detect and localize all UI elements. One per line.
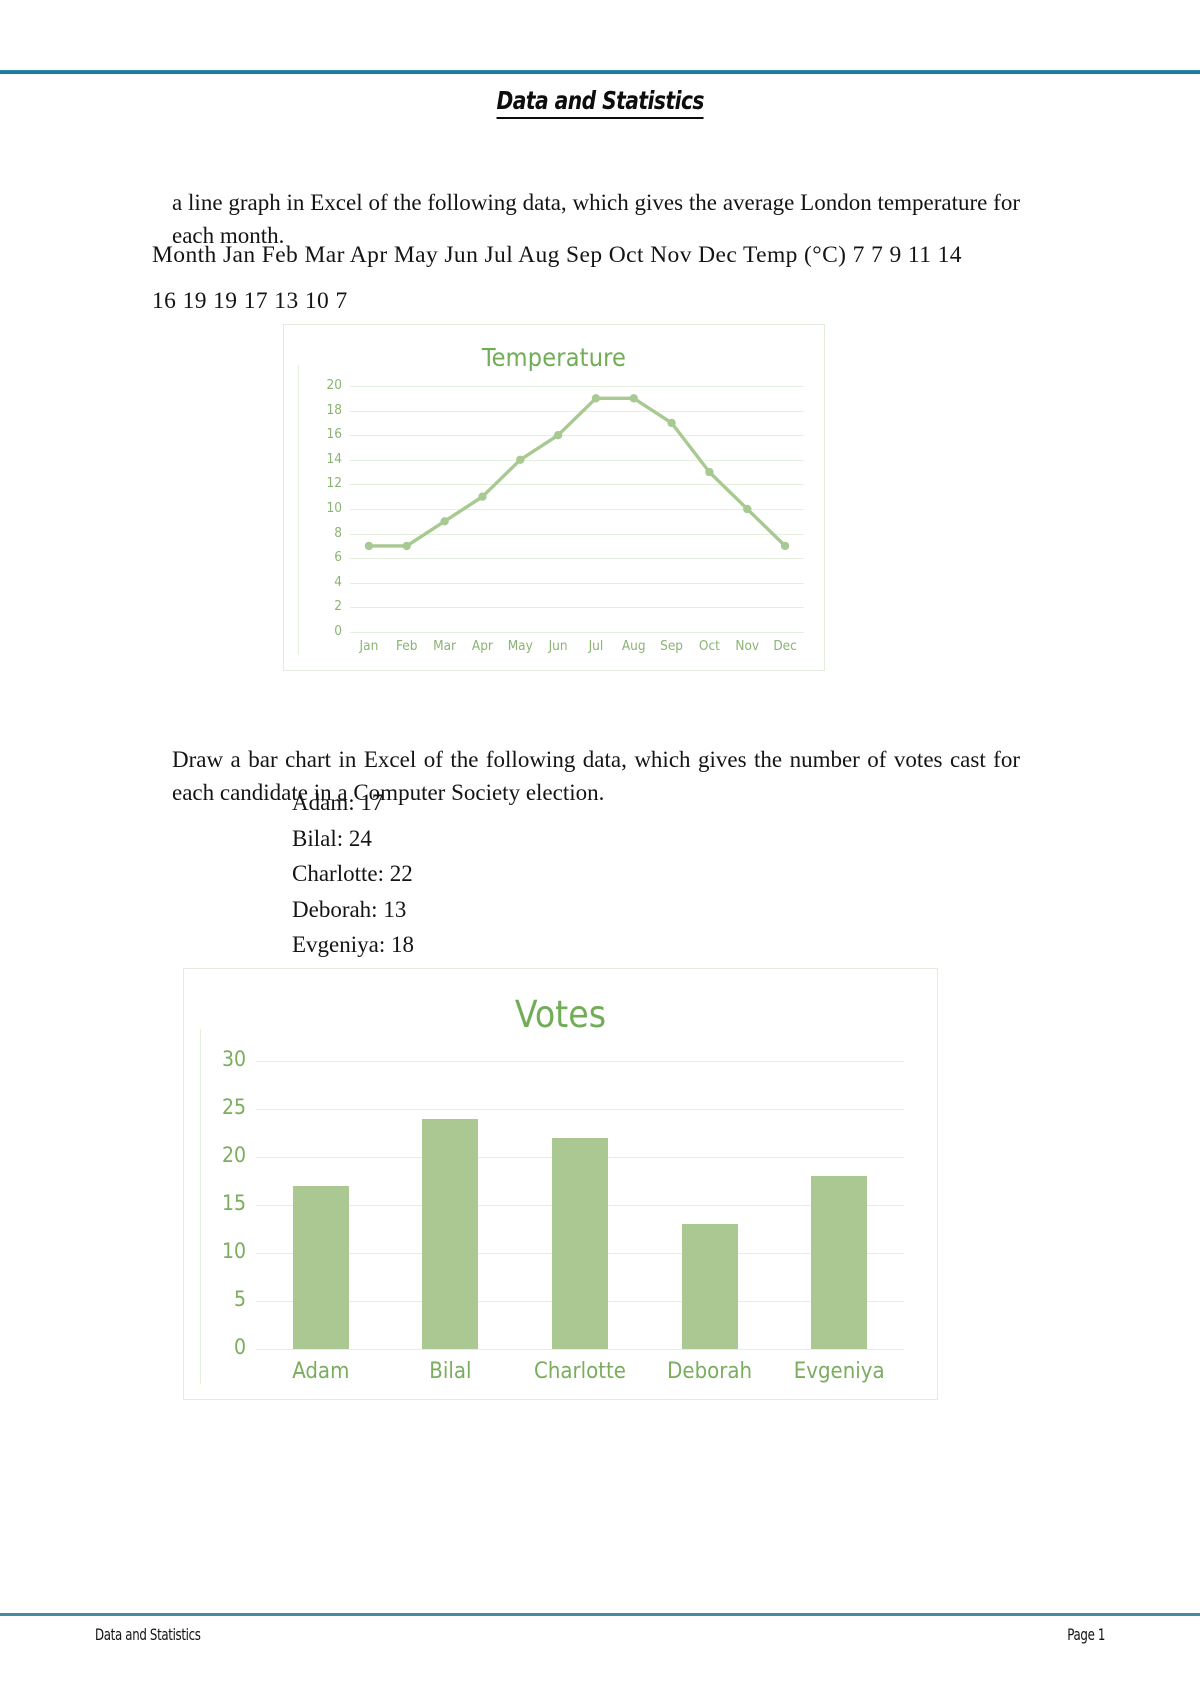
bar-chart-y-tick: 30 (221, 1047, 246, 1071)
bar-chart-y-tick: 25 (221, 1095, 246, 1119)
line-chart-data-point (440, 517, 449, 526)
candidate-list-item: Adam: 17 (292, 790, 384, 815)
bar-chart-y-tick: 10 (221, 1239, 246, 1263)
candidate-vote-list: Adam: 17 Bilal: 24 Charlotte: 22 Deborah: 1… (292, 785, 414, 963)
line-chart-data-point (629, 394, 638, 403)
line-chart-data-point (402, 541, 411, 551)
line-chart-series-line (367, 396, 787, 548)
line-chart-data-point (780, 541, 790, 551)
bar-chart-y-tick: 0 (233, 1335, 246, 1359)
bar-chart-x-tick: Bilal (429, 1359, 472, 1384)
temperature-data-row-1: Month Jan Feb Mar Apr May Jun Jul Aug Se… (152, 242, 962, 268)
line-chart-data-point (591, 394, 601, 403)
bar-chart-bar (422, 1118, 479, 1349)
bar-chart-title: Votes (514, 993, 607, 1036)
temperature-data-table: Month Jan Feb Mar Apr May Jun Jul Aug Se… (152, 232, 1027, 324)
line-chart-data-point (516, 455, 525, 464)
bar-chart-gridline (256, 1109, 904, 1110)
bar-chart-x-tick: Evgeniya (793, 1359, 885, 1384)
bar-chart-bar (292, 1185, 349, 1349)
bar-chart-x-tick: Deborah (667, 1359, 753, 1384)
footer-rule (0, 1613, 1200, 1616)
bar-chart-bar (681, 1224, 738, 1349)
page-footer: Data and Statistics Page 1 (95, 1625, 1105, 1644)
bar-chart-gridline (256, 1061, 904, 1062)
bar-chart-y-tick: 20 (221, 1143, 246, 1167)
bar-chart-x-tick: Adam (292, 1359, 350, 1384)
line-chart-data-point (705, 467, 714, 477)
candidate-list-item: Charlotte: 22 (292, 861, 413, 886)
bar-chart-y-tick: 15 (221, 1191, 246, 1215)
bar-chart-y-axis (200, 1029, 201, 1384)
page-title: Data and Statistics (0, 86, 1200, 119)
line-chart-data-point (667, 418, 676, 428)
bar-chart-x-tick: Charlotte (534, 1359, 626, 1384)
bar-chart-bar (811, 1176, 868, 1349)
candidate-list-item: Bilal: 24 (292, 825, 372, 851)
page-title-text: Data and Statistics (496, 86, 704, 119)
votes-bar-chart[interactable]: Votes 30 25 20 15 10 5 0 Adam Bilal Charlotte Debo… (183, 968, 938, 1400)
temperature-data-row-2: 16 19 19 17 13 10 7 (152, 288, 348, 314)
line-chart-data-point (743, 504, 752, 514)
bar-chart-gridline (256, 1349, 904, 1350)
bar-chart-bar (552, 1137, 608, 1349)
footer-page-number: Page 1 (1067, 1625, 1105, 1644)
temperature-line-chart[interactable]: Temperature 20 18 16 14 12 10 8 6 4 2 0 Jan Feb Mar Ap… (283, 324, 825, 671)
header-rule (0, 70, 1200, 74)
candidate-list-item: Evgeniya: 18 (292, 932, 414, 957)
footer-document-name: Data and Statistics (95, 1625, 201, 1644)
line-chart-plot (364, 394, 790, 551)
line-chart-data-point (478, 492, 487, 501)
candidate-list-item: Deborah: 13 (292, 896, 407, 922)
bar-chart-y-tick: 5 (233, 1287, 246, 1311)
line-chart-data-point (553, 431, 563, 440)
line-chart-data-point (364, 541, 374, 551)
